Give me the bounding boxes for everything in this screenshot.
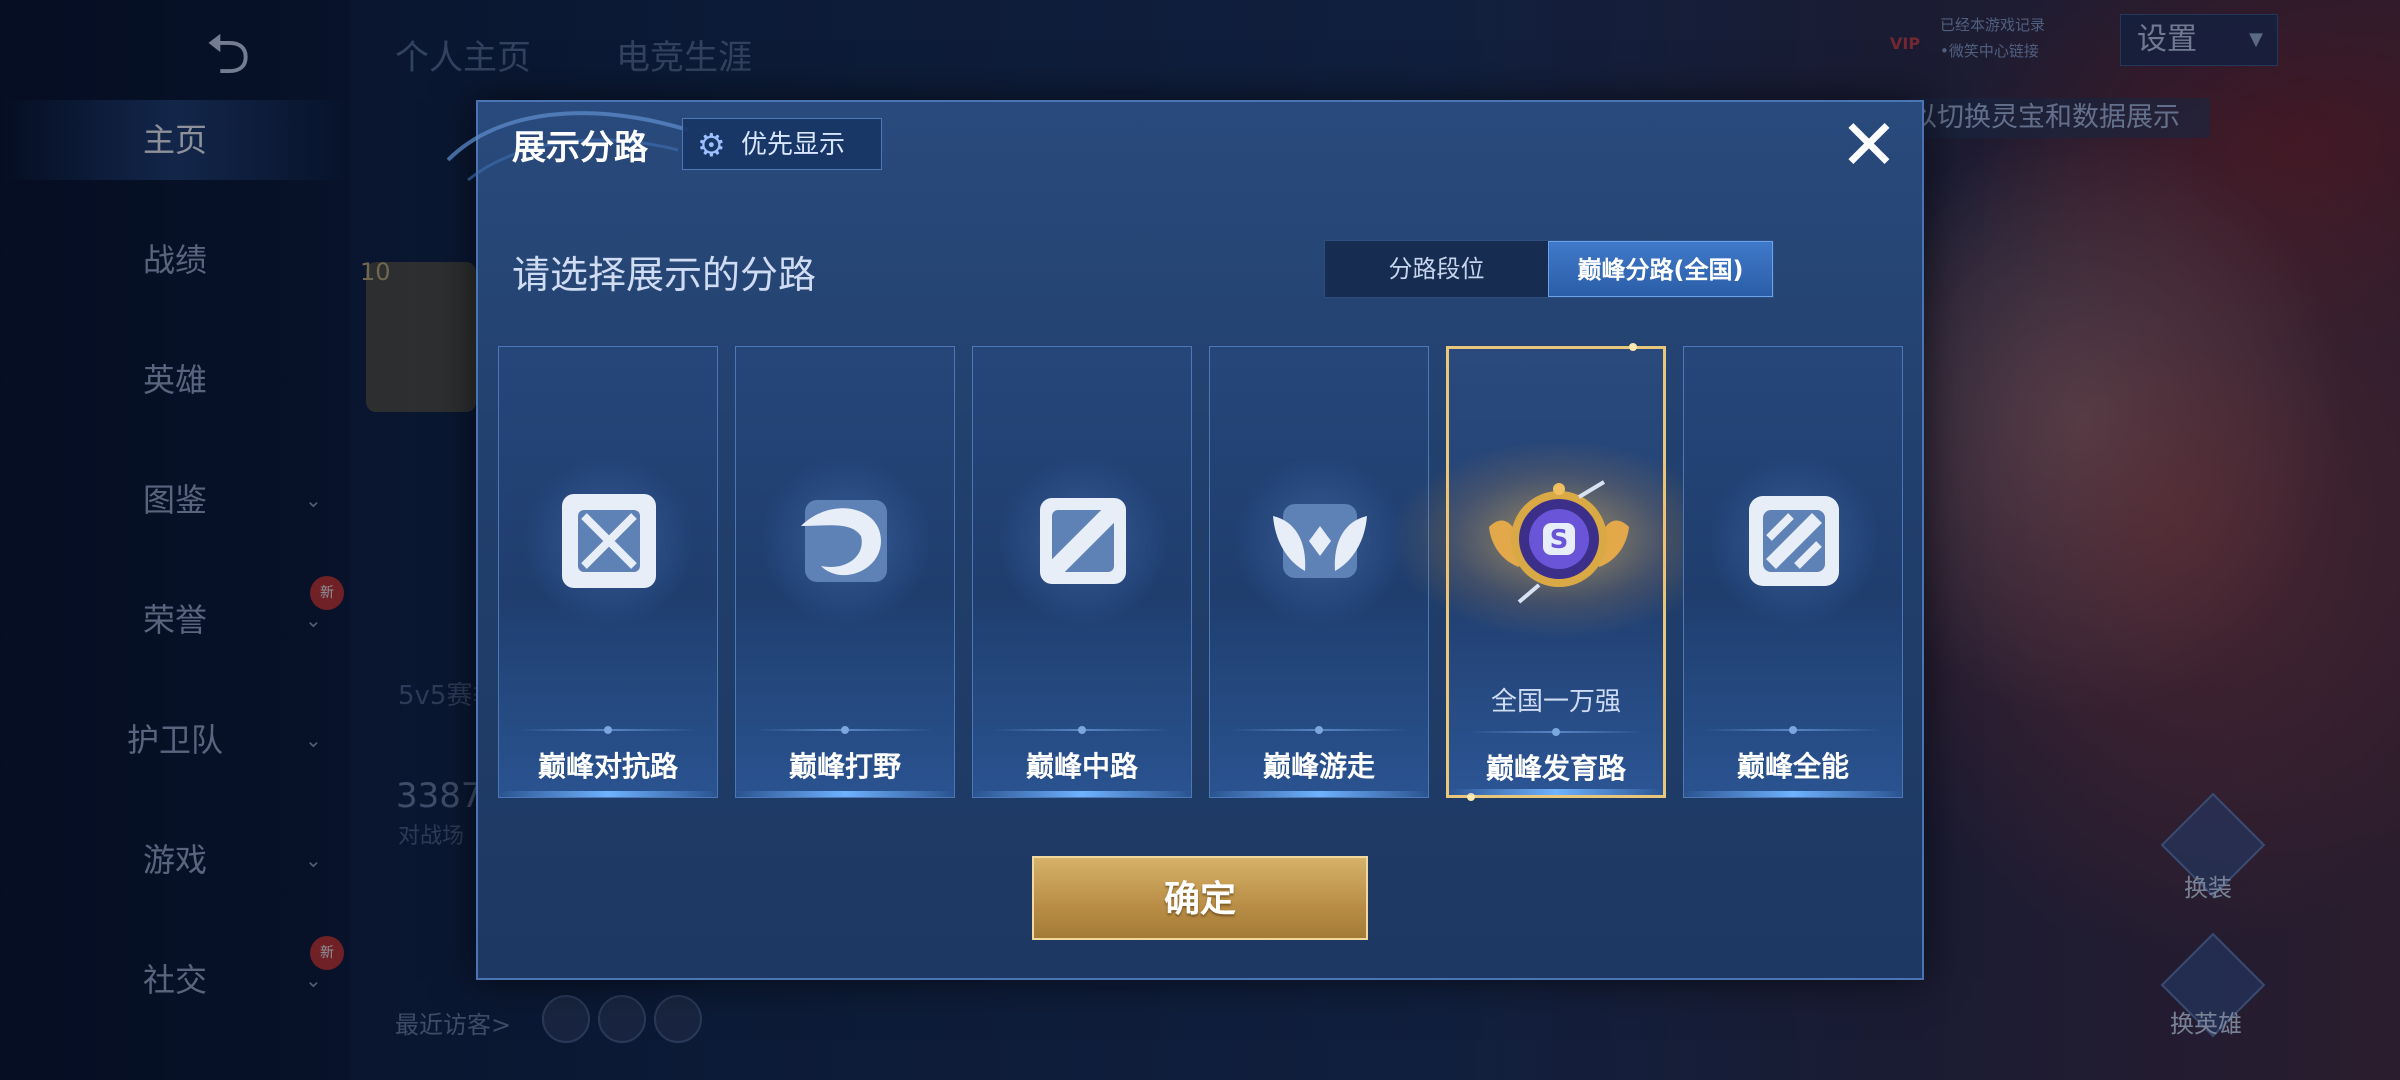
close-icon: ✕ bbox=[1839, 104, 1899, 186]
corner-dot bbox=[1467, 793, 1475, 801]
toggle-peak-lane-national[interactable]: 巅峰分路(全国) bbox=[1548, 241, 1773, 297]
lane-card-list: 巅峰对抗路 巅峰打野 巅峰中路 巅峰游走 S 全国一万强 巅峰发育路 巅峰全能 bbox=[498, 343, 1904, 801]
gear-icon: ⚙ bbox=[697, 126, 726, 164]
farm-lane-gold-emblem-icon: S bbox=[1489, 480, 1629, 604]
svg-text:S: S bbox=[1550, 525, 1569, 555]
clash-lane-icon bbox=[562, 494, 656, 588]
confirm-button[interactable]: 确定 bbox=[1032, 856, 1368, 940]
card-divider bbox=[993, 726, 1171, 734]
lane-label: 巅峰发育路 bbox=[1485, 752, 1626, 785]
dialog-subtitle: 请选择展示的分路 bbox=[512, 253, 817, 297]
card-divider bbox=[756, 726, 934, 734]
jungle-dragon-icon bbox=[801, 500, 887, 582]
lane-card-top[interactable]: 巅峰对抗路 bbox=[498, 346, 718, 798]
close-button[interactable]: ✕ bbox=[1834, 110, 1904, 180]
card-divider bbox=[1230, 726, 1408, 734]
corner-dot bbox=[1629, 343, 1637, 351]
lane-card-mid[interactable]: 巅峰中路 bbox=[972, 346, 1192, 798]
card-divider bbox=[1469, 728, 1643, 736]
lane-label: 巅峰打野 bbox=[788, 750, 901, 783]
lane-card-jungle[interactable]: 巅峰打野 bbox=[735, 346, 955, 798]
lane-card-farm-selected[interactable]: S 全国一万强 巅峰发育路 bbox=[1389, 343, 1729, 801]
rank-text: 全国一万强 bbox=[1490, 687, 1621, 717]
mid-lane-icon bbox=[1040, 498, 1126, 584]
priority-display-button[interactable]: ⚙ 优先显示 bbox=[682, 118, 882, 170]
lane-card-all-round[interactable]: 巅峰全能 bbox=[1683, 346, 1903, 798]
lane-label: 巅峰中路 bbox=[1025, 750, 1138, 783]
lane-label: 巅峰全能 bbox=[1736, 750, 1849, 783]
display-lane-dialog: 展示分路 ⚙ 优先显示 ✕ 请选择展示的分路 分路段位 巅峰分路(全国) 巅峰对… bbox=[446, 100, 1924, 980]
roam-wings-icon bbox=[1273, 504, 1367, 578]
toggle-lane-rank[interactable]: 分路段位 bbox=[1325, 241, 1548, 297]
card-divider bbox=[519, 726, 697, 734]
all-round-icon bbox=[1749, 496, 1839, 586]
lane-mode-toggle: 分路段位 巅峰分路(全国) bbox=[1324, 240, 1774, 298]
lane-label: 巅峰游走 bbox=[1262, 750, 1375, 783]
priority-display-label: 优先显示 bbox=[741, 130, 846, 160]
card-divider bbox=[1704, 726, 1882, 734]
lane-label: 巅峰对抗路 bbox=[537, 750, 678, 783]
dialog-title: 展示分路 bbox=[512, 128, 648, 168]
